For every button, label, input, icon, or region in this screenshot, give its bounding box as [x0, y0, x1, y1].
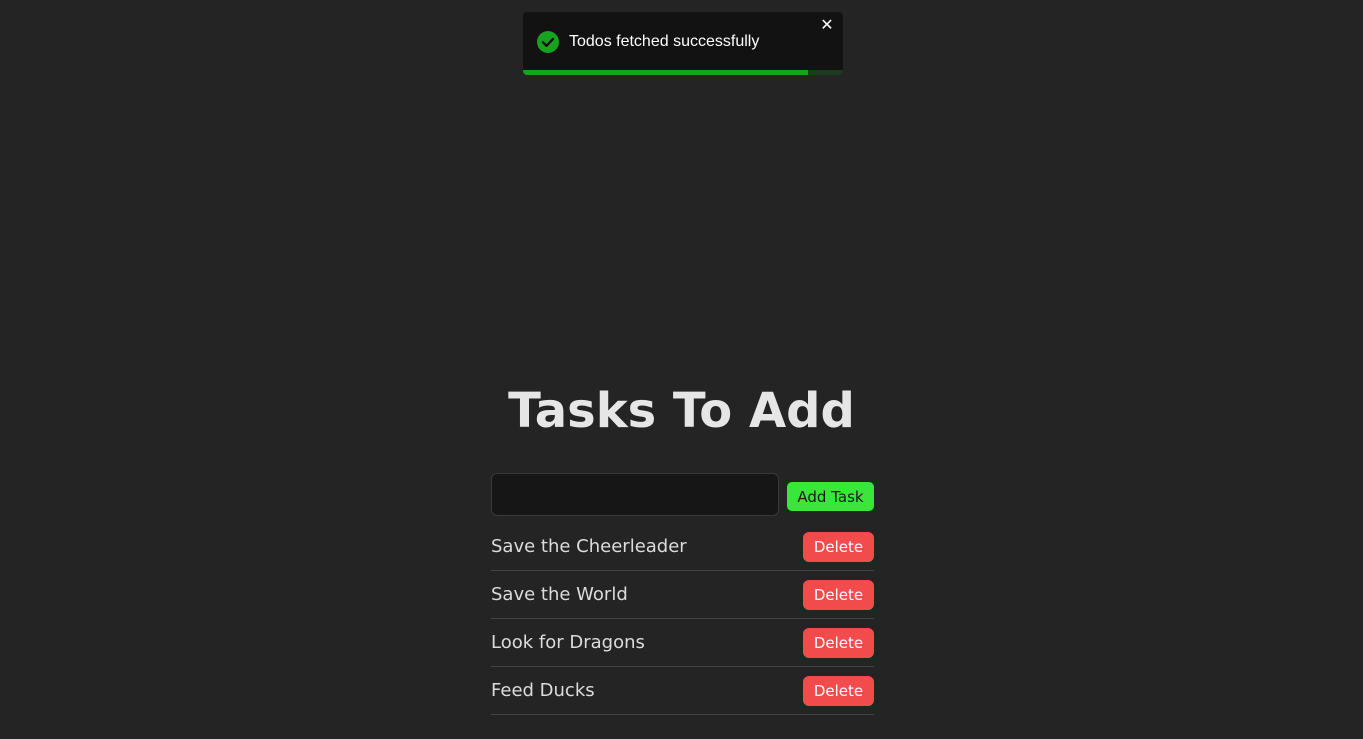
- delete-button[interactable]: Delete: [803, 628, 874, 658]
- task-text: Look for Dragons: [491, 632, 645, 653]
- list-item: Look for Dragons Delete: [491, 619, 874, 667]
- delete-button[interactable]: Delete: [803, 676, 874, 706]
- list-item: Feed Ducks Delete: [491, 667, 874, 715]
- page-title: Tasks To Add: [508, 383, 855, 439]
- task-list: Save the Cheerleader Delete Save the Wor…: [491, 523, 874, 715]
- list-item: Save the Cheerleader Delete: [491, 523, 874, 571]
- task-input[interactable]: [491, 473, 779, 516]
- task-text: Save the World: [491, 584, 628, 605]
- add-task-form: Add Task: [491, 473, 874, 516]
- toast-message: Todos fetched successfully: [569, 33, 760, 50]
- toast-progress-bar: [523, 70, 843, 75]
- task-text: Save the Cheerleader: [491, 536, 687, 557]
- delete-button[interactable]: Delete: [803, 532, 874, 562]
- close-icon[interactable]: ✕: [819, 16, 835, 34]
- toast-notification: Todos fetched successfully ✕: [523, 12, 843, 75]
- check-circle-icon: [537, 31, 559, 53]
- list-item: Save the World Delete: [491, 571, 874, 619]
- toast-progress-fill: [523, 70, 808, 75]
- add-task-button[interactable]: Add Task: [787, 482, 874, 511]
- delete-button[interactable]: Delete: [803, 580, 874, 610]
- task-text: Feed Ducks: [491, 680, 595, 701]
